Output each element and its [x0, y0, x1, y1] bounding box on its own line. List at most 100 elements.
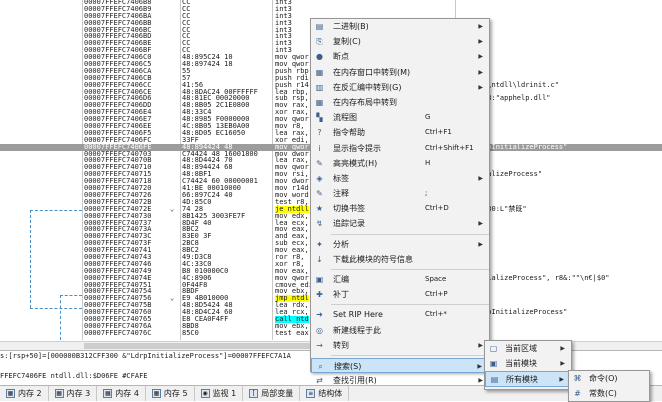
graph-icon: ▚: [316, 113, 323, 123]
menu-item-thread[interactable]: ◎ 新建线程于此: [311, 323, 489, 338]
memory-icon: ▦: [103, 389, 113, 398]
tab-label: 内存 2: [18, 389, 42, 398]
menu-item-comment[interactable]: ✎ 注释;: [311, 186, 489, 201]
menu-item-trace[interactable]: ↯ 追踪记录 ▶: [311, 216, 489, 231]
breakpoint-icon: ●: [316, 52, 323, 62]
menu-item-label: 在内存窗口中转到(M): [333, 67, 411, 77]
menu-item-label: 下载此模块的符号信息: [333, 254, 413, 264]
menu-item-patch[interactable]: ✚ 补丁 Ctrl+P: [311, 287, 489, 302]
menu-item-label: 在内存布局中转到: [333, 97, 397, 107]
menu-item-layout-goto[interactable]: ▦ 在内存布局中转到: [311, 95, 489, 110]
search-item-all-modules[interactable]: ▤ 所有模块 ▶: [485, 371, 571, 387]
submenu-arrow-icon: ▶: [478, 377, 483, 385]
menu-item-references[interactable]: ⇄ 查找引用(R) ▶: [311, 373, 489, 388]
submenu-arrow-icon: ▶: [477, 362, 482, 370]
menu-item-label: 搜索(S): [334, 361, 362, 371]
submenu-arrow-icon: ▶: [478, 220, 483, 228]
memory-goto-icon: ▦: [315, 67, 324, 77]
menu-item-binary[interactable]: ▤ 二进制(B) ▶: [311, 19, 489, 34]
menu-item-disasm-goto[interactable]: ▥ 在反汇编中转到(G) ▶: [311, 80, 489, 95]
menu-item-breakpoint[interactable]: ● 断点 ▶: [311, 49, 489, 64]
patch-icon: ✚: [316, 290, 323, 300]
module-icon: ▣: [489, 359, 498, 369]
menu-item-label: 补丁: [333, 290, 349, 300]
menu-item-label: 显示指令提示: [333, 143, 381, 153]
submenu-arrow-icon: ▶: [560, 345, 565, 352]
menu-item-highlight[interactable]: ✎ 高亮模式(H) H: [311, 156, 489, 171]
memory-icon: ▦: [6, 389, 15, 398]
tab-内存-4[interactable]: ▦ 内存 4: [97, 386, 146, 401]
menu-item-download[interactable]: ↓ 下载此模块的符号信息: [311, 252, 489, 267]
menu-item-label: 注释: [333, 189, 349, 199]
submenu-arrow-icon: ▶: [478, 23, 483, 30]
context-menu: ▤ 二进制(B) ▶ ⎘ 复制(C) ▶ ● 断点 ▶ ▦ 在内存窗口中转到(M) ▶ ▥ 在反汇编中转到…: [310, 18, 490, 385]
jump-arrow-line: [60, 295, 61, 340]
menu-item-label[interactable]: ◈ 标签 ▶: [311, 171, 489, 186]
menu-separator: [331, 304, 489, 306]
menu-separator: [331, 233, 489, 235]
jump-arrow-line: [60, 295, 82, 296]
menu-item-label: 断点: [333, 52, 349, 62]
menu-item-label: 指令帮助: [333, 128, 365, 138]
jump-marker-icon: ⌄: [170, 204, 175, 213]
tab-局部变量[interactable]: [局部变量: [243, 386, 301, 401]
analysis-icon: ✦: [316, 239, 323, 249]
menu-item-memory-goto[interactable]: ▦ 在内存窗口中转到(M) ▶: [311, 65, 489, 80]
tab-label: 内存 5: [163, 389, 188, 398]
disasm-goto-icon: ▥: [315, 82, 324, 92]
copy-icon: ⎘: [316, 37, 323, 47]
menu-item-shortcut: Ctrl+*: [425, 310, 447, 319]
menu-item-shortcut: Ctrl+F1: [425, 128, 452, 137]
jump-arrow-line: [30, 210, 31, 308]
menu-item-label: 追踪记录: [333, 219, 365, 229]
tab-label: 局部变量: [261, 389, 294, 398]
menu-item-label: 当前区域: [505, 344, 537, 353]
menu-item-hint[interactable]: i 显示指令提示 Ctrl+Shift+F1: [311, 141, 489, 156]
tab-label: 监视 1: [212, 389, 237, 398]
search-icon: ⌕: [318, 361, 323, 371]
tab-label: 结构体: [318, 389, 343, 398]
submenu-arrow-icon: ▶: [559, 376, 564, 384]
menu-item-label: 当前模块: [505, 359, 537, 369]
references-icon: ⇄: [316, 376, 323, 386]
menu-item-bookmark[interactable]: ★ 切换书签 Ctrl+D: [311, 201, 489, 216]
tab-监视-1[interactable]: ◉ 监视 1: [195, 386, 244, 401]
modules-item-command[interactable]: ⌘ 命令(O): [569, 371, 649, 386]
tab-内存-3[interactable]: ▦ 内存 3: [49, 386, 98, 401]
constant-icon: #: [574, 389, 581, 399]
submenu-arrow-icon: ▶: [478, 68, 483, 76]
menu-item-copy[interactable]: ⎘ 复制(C) ▶: [311, 34, 489, 49]
menu-item-shortcut: Ctrl+P: [425, 290, 448, 299]
menu-item-search[interactable]: ⌕ 搜索(S) ▶: [311, 357, 489, 374]
submenu-arrow-icon: ▶: [478, 38, 483, 46]
trace-icon: ↯: [316, 219, 323, 229]
menu-item-rip[interactable]: ➜ Set RIP Here Ctrl+*: [311, 307, 489, 322]
rip-icon: ➜: [316, 310, 323, 320]
menu-item-label: 新建线程于此: [333, 325, 381, 335]
tab-内存-5[interactable]: ▦ 内存 5: [146, 386, 195, 401]
menu-item-assemble[interactable]: ▣ 汇编 Space: [311, 272, 489, 287]
tab-内存-2[interactable]: ▦ 内存 2: [0, 386, 49, 401]
menu-item-analysis[interactable]: ✦ 分析 ▶: [311, 237, 489, 252]
menu-item-shortcut: Ctrl+D: [425, 204, 449, 213]
search-item-region[interactable]: ▢ 当前区域 ▶: [485, 341, 571, 356]
menu-item-help[interactable]: ? 指令帮助 Ctrl+F1: [311, 125, 489, 140]
submenu-arrow-icon: ▶: [478, 341, 483, 349]
jump-arrow-line: [30, 308, 82, 309]
command-icon: ⌘: [573, 374, 582, 383]
struct-icon: ≡: [306, 389, 316, 398]
menu-item-label: 在反汇编中转到(G): [333, 82, 402, 92]
menu-item-graph[interactable]: ▚ 流程图 G: [311, 110, 489, 125]
menu-item-goto[interactable]: → 转到 ▶: [311, 338, 489, 353]
menu-item-label: 查找引用(R): [333, 376, 377, 386]
memory-icon: ▦: [54, 389, 64, 398]
watch-icon: ◉: [200, 389, 210, 398]
modules-item-constant[interactable]: # 常数(C): [569, 386, 649, 401]
highlight-icon: ✎: [316, 158, 323, 168]
menu-item-shortcut: G: [425, 113, 431, 122]
search-item-module[interactable]: ▣ 当前模块 ▶: [485, 356, 571, 371]
menu-separator: [331, 269, 489, 270]
menu-item-label: 二进制(B): [333, 22, 369, 31]
thread-icon: ◎: [316, 325, 323, 335]
menu-item-label: 切换书签: [333, 204, 365, 214]
